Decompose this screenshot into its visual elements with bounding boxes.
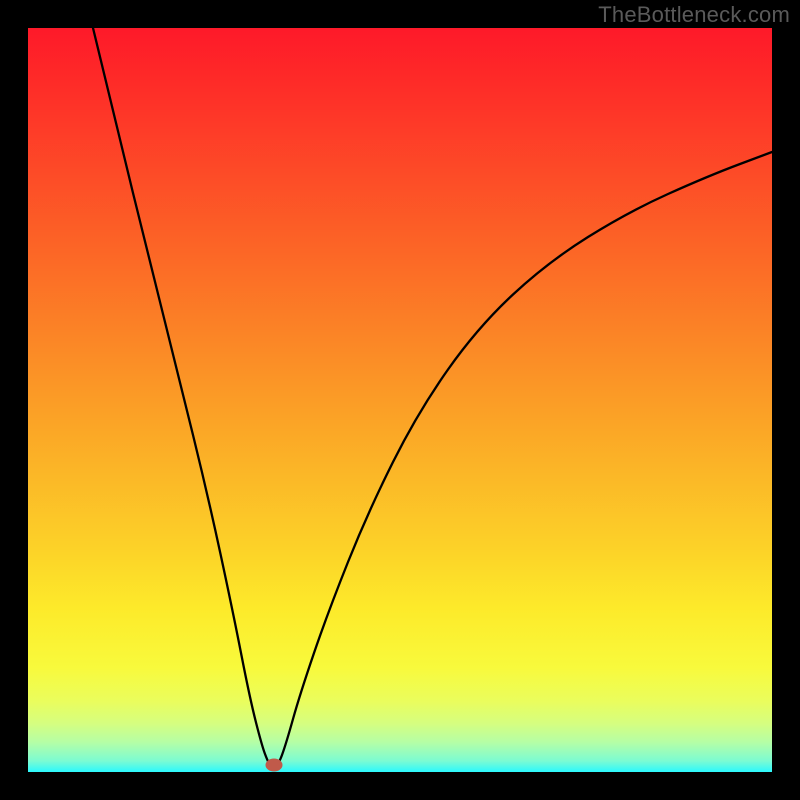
minimum-marker xyxy=(266,759,282,771)
chart-frame: TheBottleneck.com xyxy=(0,0,800,800)
plot-area xyxy=(28,28,772,772)
bottleneck-curve xyxy=(28,28,772,772)
attribution-text: TheBottleneck.com xyxy=(598,2,790,28)
